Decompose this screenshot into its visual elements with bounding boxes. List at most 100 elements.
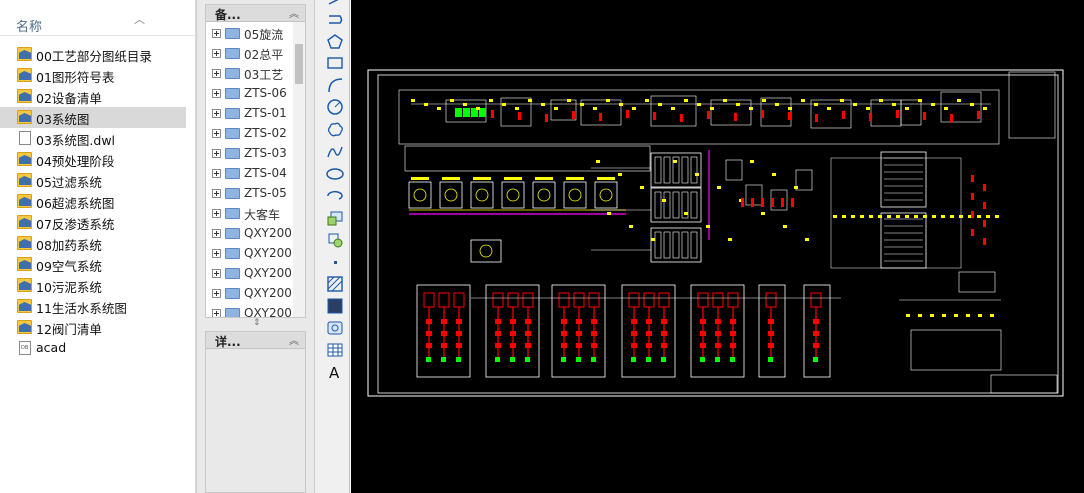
expand-icon[interactable] [212, 69, 221, 78]
tree-item-label: ZTS-02 [244, 126, 287, 140]
tree-item[interactable]: ZTS-05 [206, 184, 305, 204]
tree-item[interactable]: 02总平 [206, 44, 305, 64]
file-list-item[interactable]: 05过滤系统 [0, 170, 196, 191]
tree-item[interactable]: QXY200 [206, 304, 305, 317]
file-list-item[interactable]: 08加药系统 [0, 233, 196, 254]
folder-icon [17, 257, 32, 271]
file-name: 11生活水系统图 [36, 301, 127, 316]
expand-icon[interactable] [212, 169, 221, 178]
file-list-item[interactable]: 02设备清单 [0, 86, 196, 107]
make-block-tool[interactable] [325, 230, 345, 250]
collapse-icon[interactable]: ︽ [289, 5, 299, 20]
expand-icon[interactable] [212, 89, 221, 98]
scroll-thumb[interactable] [295, 44, 303, 84]
splitter-handle-icon[interactable]: ⇕ [253, 318, 261, 328]
sort-chevron-icon[interactable]: ︿ [134, 11, 145, 27]
filter-header [404, 145, 651, 172]
expand-icon[interactable] [212, 109, 221, 118]
polygon-tool[interactable] [325, 32, 345, 52]
arc-tool[interactable] [325, 75, 345, 95]
folder-icon [17, 299, 32, 313]
tree-item[interactable]: QXY200 [206, 284, 305, 304]
hatch-tool[interactable] [325, 274, 345, 294]
file-list-item[interactable]: 11生活水系统图 [0, 296, 196, 317]
folder-icon [17, 68, 32, 82]
expand-icon[interactable] [212, 49, 221, 58]
expand-icon[interactable] [212, 149, 221, 158]
expand-icon[interactable] [212, 189, 221, 198]
column-header[interactable]: 名称 ︿ [0, 11, 196, 36]
expand-icon[interactable] [212, 249, 221, 258]
ellipse-arc-tool[interactable] [325, 186, 345, 206]
revision-table [1008, 71, 1056, 139]
file-list: 00工艺部分图纸目录 01图形符号表 02设备清单 03系统图 03系统图.dwl 04预… [0, 44, 196, 359]
tree-scrollbar[interactable] [293, 22, 305, 317]
file-name: 05过滤系统 [36, 175, 102, 190]
insert-block-tool[interactable] [325, 208, 345, 228]
folder-icon [17, 215, 32, 229]
file-list-item[interactable]: 10污泥系统 [0, 275, 196, 296]
folder-icon [17, 194, 32, 208]
revision-cloud-tool[interactable] [325, 120, 345, 140]
tree-item[interactable]: ZTS-06 [206, 84, 305, 104]
file-list-item[interactable]: 04预处理阶段 [0, 149, 196, 170]
collapse-icon[interactable]: ︽ [289, 332, 299, 347]
file-list-item[interactable]: 03系统图.dwl [0, 128, 196, 149]
multiline-text-tool[interactable]: A [325, 362, 345, 382]
file-list-item[interactable]: 00工艺部分图纸目录 [0, 44, 196, 65]
polyline-tool[interactable] [325, 12, 345, 32]
file-list-item[interactable]: 06超滤系统图 [0, 191, 196, 212]
file-list-item[interactable]: 01图形符号表 [0, 65, 196, 86]
folder-icon [225, 28, 240, 39]
expand-icon[interactable] [212, 209, 221, 218]
circle-tool[interactable] [325, 97, 345, 117]
file-name: 03系统图 [36, 112, 90, 127]
database-file-icon [19, 341, 31, 355]
tree-item[interactable]: ZTS-03 [206, 144, 305, 164]
drawing-canvas[interactable] [351, 0, 1084, 493]
file-list-item[interactable]: 12阀门清单 [0, 317, 196, 338]
folder-icon [17, 110, 32, 124]
tree-item-label: 大客车 [244, 208, 281, 222]
tree-item-label: 03工艺 [244, 68, 284, 82]
gradient-tool[interactable] [325, 296, 345, 316]
rectangle-tool[interactable] [325, 53, 345, 73]
file-list-item[interactable]: 07反渗透系统 [0, 212, 196, 233]
folder-icon [17, 236, 32, 250]
spline-tool[interactable] [325, 142, 345, 162]
tree-item-label: ZTS-05 [244, 186, 287, 200]
cad-drawing[interactable] [351, 0, 1084, 493]
region-tool[interactable] [325, 318, 345, 338]
folder-icon [225, 108, 240, 119]
folder-tree-header[interactable]: 备... ︽ [206, 5, 305, 22]
tree-item[interactable]: ZTS-01 [206, 104, 305, 124]
file-name: 10污泥系统 [36, 280, 102, 295]
tree-item[interactable]: ZTS-04 [206, 164, 305, 184]
tree-item[interactable]: 05旋流 [206, 24, 305, 44]
folder-icon [225, 228, 240, 239]
expand-icon[interactable] [212, 289, 221, 298]
ellipse-tool[interactable] [325, 164, 345, 184]
tree-item[interactable]: 03工艺 [206, 64, 305, 84]
tree-item-label: 02总平 [244, 48, 284, 62]
folder-icon [17, 47, 32, 61]
tree-item[interactable]: QXY200 [206, 244, 305, 264]
point-tool[interactable] [325, 252, 345, 272]
table-tool[interactable] [325, 340, 345, 360]
details-header[interactable]: 详... ︽ [206, 332, 305, 349]
file-list-item[interactable]: acad [0, 338, 196, 359]
title-block [990, 374, 1058, 394]
tree-item[interactable]: QXY200 [206, 224, 305, 244]
file-list-item[interactable]: 09空气系统 [0, 254, 196, 275]
expand-icon[interactable] [212, 269, 221, 278]
expand-icon[interactable] [212, 29, 221, 38]
expand-icon[interactable] [212, 129, 221, 138]
tree-item-label: ZTS-04 [244, 166, 287, 180]
file-list-item[interactable]: 03系统图 [0, 107, 186, 128]
folder-icon [225, 148, 240, 159]
tree-item[interactable]: 大客车 [206, 204, 305, 224]
tree-item[interactable]: ZTS-02 [206, 124, 305, 144]
expand-icon[interactable] [212, 229, 221, 238]
expand-icon[interactable] [212, 309, 221, 317]
tree-item[interactable]: QXY200 [206, 264, 305, 284]
